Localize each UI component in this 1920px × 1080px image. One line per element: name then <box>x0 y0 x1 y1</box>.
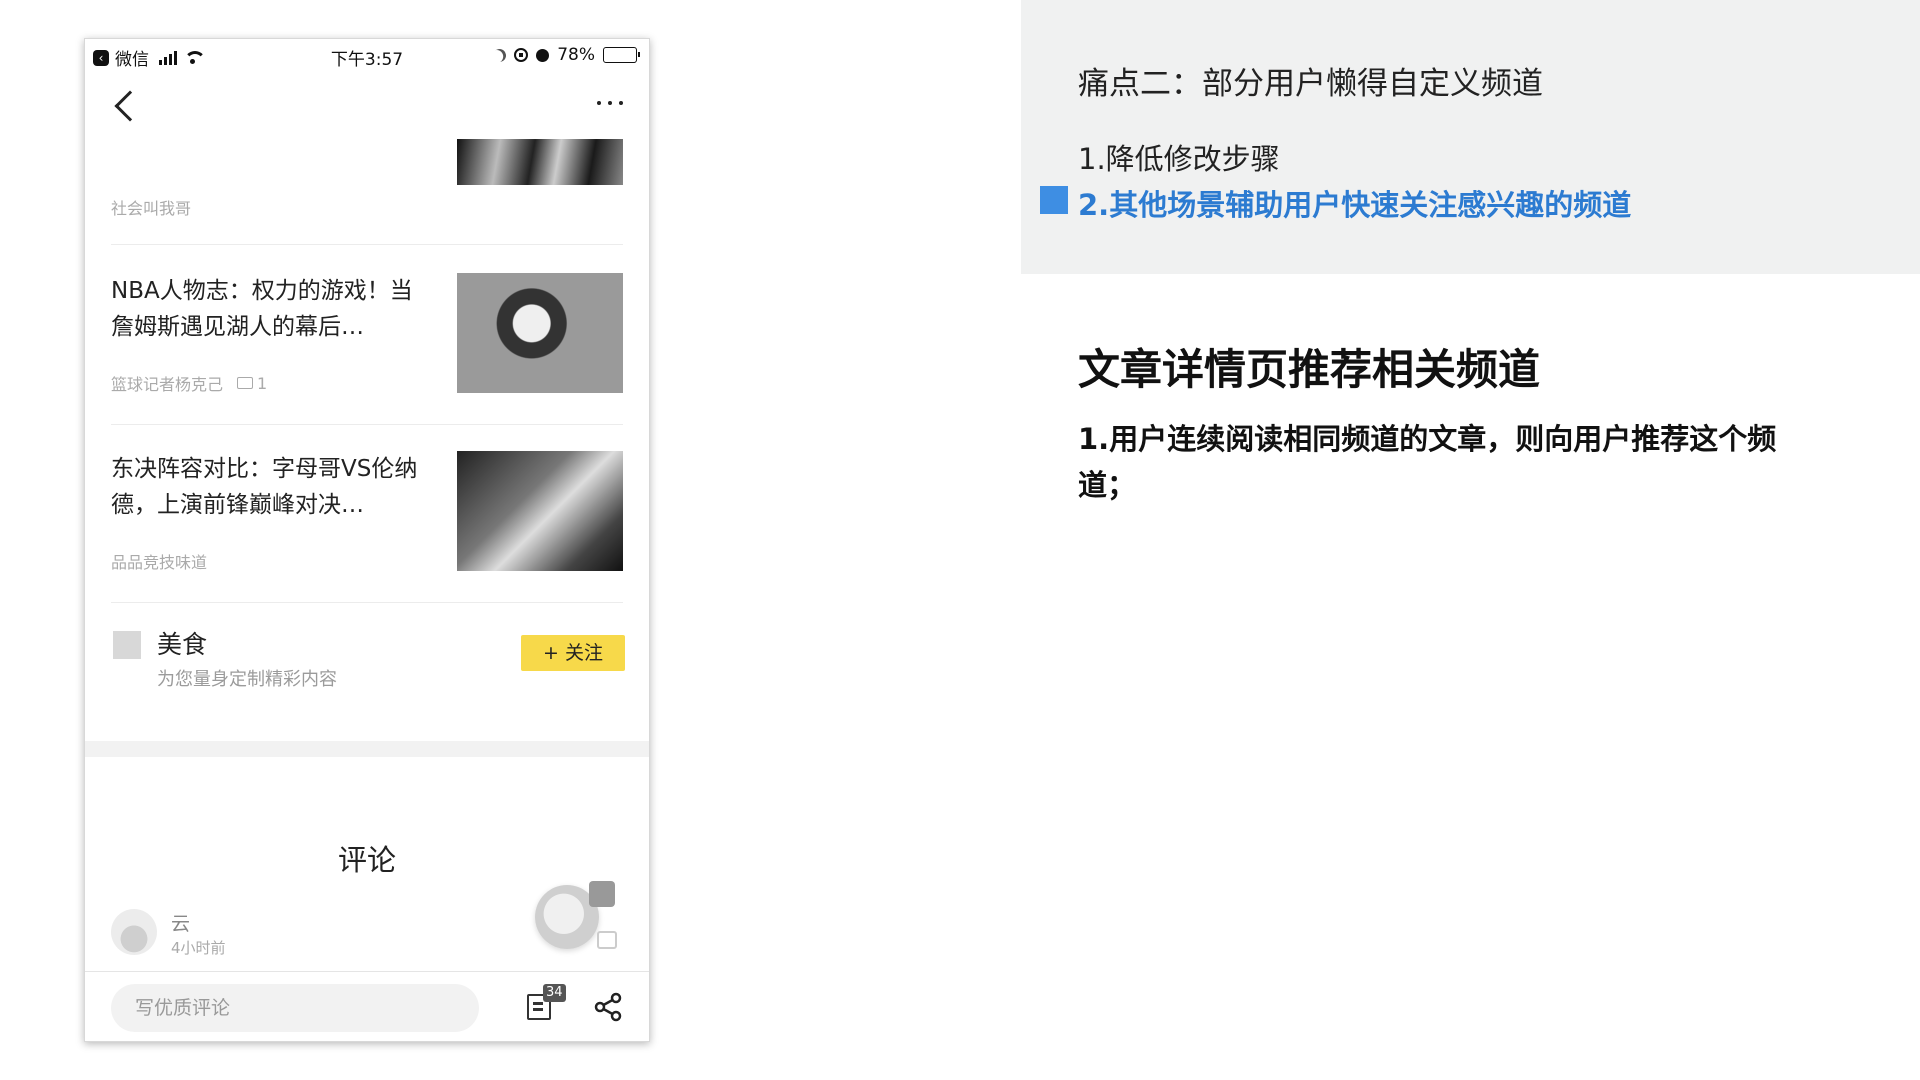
comment-item: 云 4小时前 <box>111 907 411 957</box>
comment-input[interactable]: 写优质评论 <box>111 984 479 1032</box>
section-divider <box>85 741 649 757</box>
alarm-icon <box>536 48 550 62</box>
article-item[interactable]: 东决阵容对比：字母哥VS伦纳德，上演前锋巅峰对决… 品品竞技味道 <box>111 451 623 603</box>
channel-desc: 为您量身定制精彩内容 <box>157 669 337 690</box>
back-icon[interactable] <box>114 90 146 122</box>
avatar[interactable] <box>111 909 157 955</box>
status-bar: ‹ 微信 下午3:57 78% <box>85 39 649 71</box>
comment-user[interactable]: 云 <box>171 909 190 936</box>
step-two: 2.其他场景辅助用户快速关注感兴趣的频道 <box>1078 188 1632 222</box>
section-heading: 文章详情页推荐相关频道 <box>1078 345 1541 394</box>
article-source: 篮球记者杨克己 <box>111 375 224 394</box>
comments-title: 评论 <box>337 843 396 877</box>
status-right: 78% <box>491 45 640 65</box>
section-body: 1.用户连续阅读相同频道的文章，则向用户推荐这个频道； <box>1078 422 1777 502</box>
article-thumbnail <box>457 451 623 571</box>
comment-count-value: 1 <box>257 373 268 393</box>
nav-bar <box>85 90 649 145</box>
comment-time: 4小时前 <box>171 939 226 957</box>
article-thumbnail <box>457 139 623 185</box>
article-meta: 社会叫我哥 <box>111 195 191 219</box>
article-item[interactable]: NBA人物志：权力的游戏！当詹姆斯遇见湖人的幕后… 篮球记者杨克己 1 <box>111 273 623 425</box>
share-icon[interactable] <box>593 992 623 1022</box>
moon-icon <box>491 47 508 64</box>
comment-bubble-icon <box>237 377 254 389</box>
like-icon[interactable] <box>597 931 617 949</box>
channel-name: 美食 <box>157 630 208 659</box>
slide: ‹ 微信 下午3:57 78% 社会叫我哥 NBA人物志：权力的游戏！当詹姆斯遇… <box>0 0 1920 1080</box>
battery-percent: 78% <box>557 45 595 65</box>
comment-count-badge: 34 <box>543 984 566 1002</box>
follow-button[interactable]: + 关注 <box>521 635 625 671</box>
battery-icon <box>603 47 640 63</box>
pain-point-title: 痛点二：部分用户懒得自定义频道 <box>1078 66 1543 102</box>
article-title: 东决阵容对比：字母哥VS伦纳德，上演前锋巅峰对决… <box>111 456 418 518</box>
article-meta: 篮球记者杨克己 1 <box>111 371 267 395</box>
floating-tag-icon <box>589 881 615 907</box>
recommended-channel: 美食 为您量身定制精彩内容 + 关注 <box>111 625 625 705</box>
phone-screenshot: ‹ 微信 下午3:57 78% 社会叫我哥 NBA人物志：权力的游戏！当詹姆斯遇… <box>84 38 650 1042</box>
step-one: 1.降低修改步骤 <box>1078 142 1280 176</box>
channel-icon <box>113 631 141 659</box>
more-icon[interactable] <box>597 101 623 105</box>
step-two-marker <box>1040 186 1068 214</box>
article-meta: 品品竞技味道 <box>111 549 207 573</box>
article-thumbnail <box>457 273 623 393</box>
comment-count: 1 <box>237 374 267 393</box>
article-title: NBA人物志：权力的游戏！当詹姆斯遇见湖人的幕后… <box>111 278 413 340</box>
article-source: 品品竞技味道 <box>111 553 208 572</box>
article-source: 社会叫我哥 <box>111 199 192 218</box>
rotation-lock-icon <box>514 48 529 62</box>
bottom-bar: 写优质评论 34 <box>85 971 649 1041</box>
article-item[interactable]: 社会叫我哥 <box>111 139 623 245</box>
